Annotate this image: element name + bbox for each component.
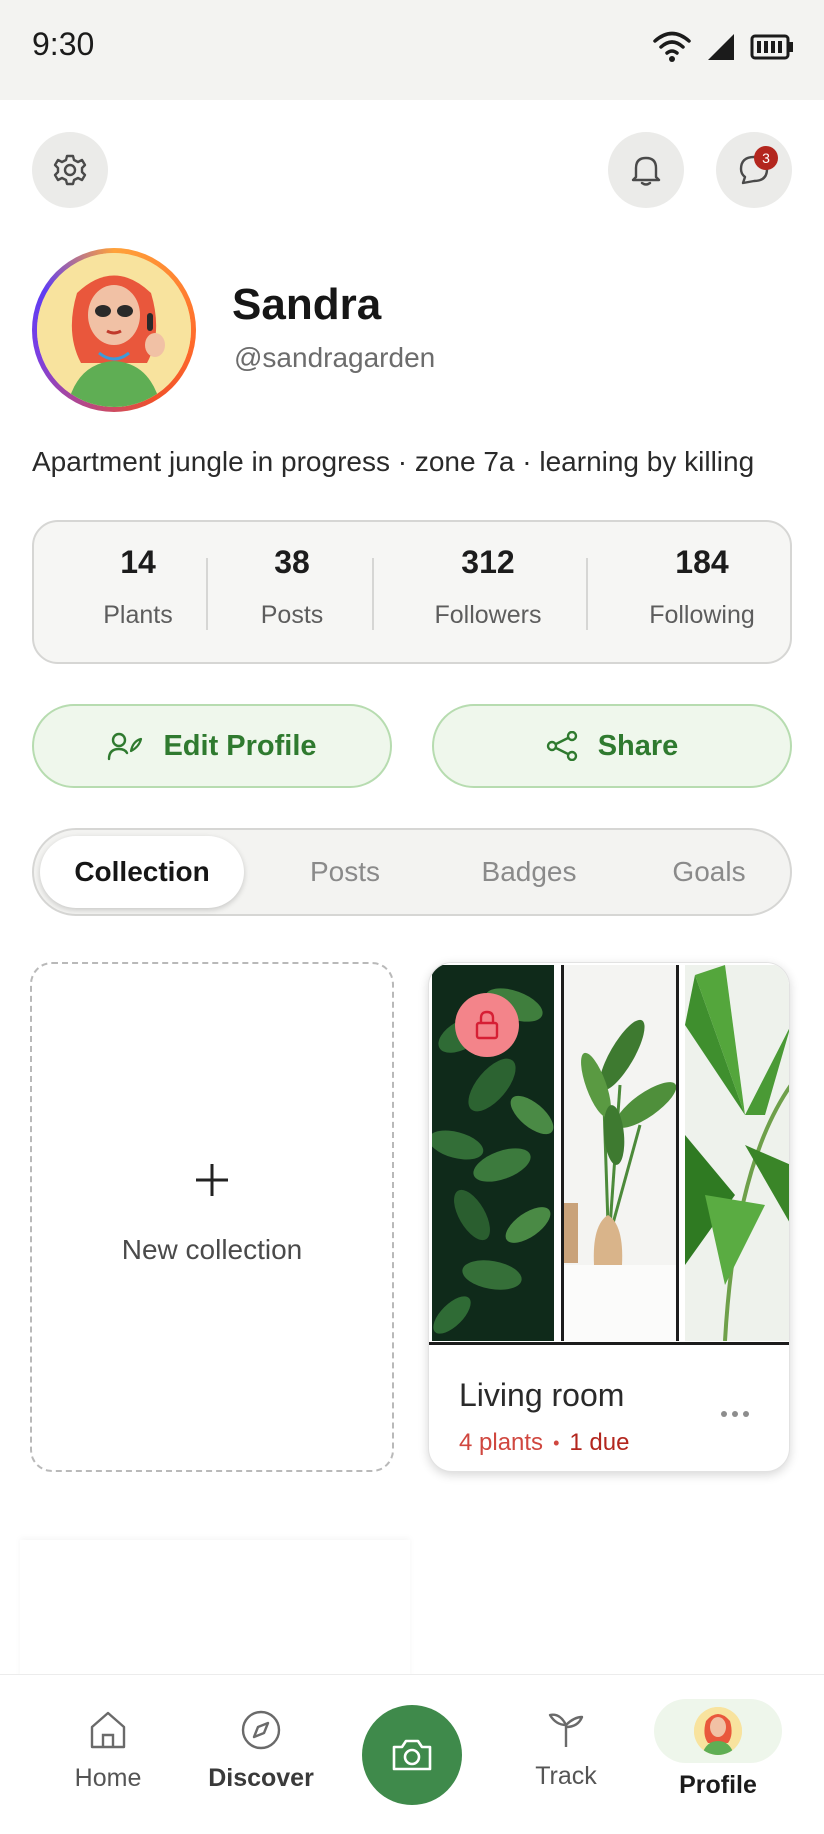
notifications-button[interactable]	[608, 132, 684, 208]
stat-value: 312	[461, 544, 515, 580]
stat-value: 38	[274, 544, 310, 580]
stat-plants[interactable]: 14 Plants	[88, 544, 188, 630]
new-collection-button[interactable]: New collection	[30, 962, 394, 1472]
more-options-icon[interactable]	[721, 1411, 749, 1417]
nav-discover-label: Discover	[208, 1764, 314, 1792]
overlay-sheet	[20, 1540, 410, 1680]
plant-image	[561, 965, 679, 1341]
nav-discover[interactable]: Discover	[206, 1675, 316, 1793]
battery-icon	[750, 34, 793, 60]
stat-value: 14	[120, 544, 156, 580]
compass-icon	[241, 1710, 281, 1750]
share-icon	[546, 731, 577, 761]
settings-button[interactable]	[32, 132, 108, 208]
gear-icon	[53, 154, 87, 186]
plant-image	[685, 965, 789, 1341]
avatar-image	[37, 253, 191, 407]
stats-card: 14 Plants 38 Posts 312 Followers 184 Fol…	[32, 520, 792, 664]
home-icon	[90, 1711, 126, 1749]
status-time: 9:30	[32, 26, 95, 62]
nav-profile-label: Profile	[679, 1771, 757, 1799]
new-collection-label: New collection	[121, 1234, 303, 1265]
stat-following[interactable]: 184 Following	[612, 544, 792, 630]
meta-separator: •	[553, 1432, 560, 1453]
signal-icon	[708, 34, 734, 60]
stat-followers[interactable]: 312 Followers	[398, 544, 578, 630]
bottom-nav: Home Discover Track Profile	[0, 1674, 824, 1834]
lock-icon	[475, 1010, 499, 1040]
stat-value: 184	[675, 544, 729, 580]
stat-label: Followers	[434, 601, 542, 629]
collection-title: Living room	[459, 1377, 625, 1413]
edit-profile-button[interactable]: Edit Profile	[32, 704, 392, 788]
collection-card[interactable]: Living room 4 plants • 1 due	[428, 962, 790, 1472]
messages-button[interactable]: 3	[716, 132, 792, 208]
stat-label: Plants	[103, 601, 173, 629]
lock-button[interactable]	[455, 993, 519, 1057]
edit-profile-icon	[108, 732, 143, 761]
stat-posts[interactable]: 38 Posts	[232, 544, 352, 630]
sprout-icon	[548, 1713, 584, 1747]
nav-profile-pill	[654, 1699, 782, 1763]
nav-track[interactable]: Track	[520, 1675, 612, 1791]
collection-due-count: 1 due	[569, 1429, 630, 1456]
edit-profile-label: Edit Profile	[163, 729, 317, 762]
nav-home-label: Home	[74, 1764, 142, 1792]
bell-icon	[631, 156, 661, 186]
collection-meta: 4 plants • 1 due	[459, 1429, 629, 1457]
avatar[interactable]	[32, 248, 196, 412]
camera-icon	[392, 1739, 432, 1771]
stat-label: Following	[649, 601, 755, 629]
stat-divider	[206, 558, 208, 630]
nav-profile[interactable]: Profile	[654, 1675, 782, 1800]
nav-track-label: Track	[535, 1762, 597, 1790]
tab-badges[interactable]: Badges	[454, 836, 604, 908]
stat-label: Posts	[260, 601, 324, 629]
stat-divider	[372, 558, 374, 630]
collection-image-grid	[429, 963, 789, 1345]
status-icons	[652, 30, 794, 64]
camera-button[interactable]	[362, 1705, 462, 1805]
share-button[interactable]: Share	[432, 704, 792, 788]
profile-header: Sandra @sandragarden	[32, 248, 792, 412]
profile-tabs: Collection Posts Badges Goals	[32, 828, 792, 916]
top-actions: 3	[0, 100, 824, 240]
stat-divider	[586, 558, 588, 630]
tab-collection[interactable]: Collection	[40, 836, 244, 908]
plus-icon	[196, 1164, 228, 1196]
profile-handle: @sandragarden	[234, 342, 436, 373]
profile-name: Sandra	[232, 280, 382, 329]
avatar	[694, 1707, 742, 1755]
wifi-icon	[653, 31, 691, 62]
nav-home[interactable]: Home	[56, 1675, 160, 1793]
collection-plant-count: 4 plants	[459, 1429, 544, 1456]
messages-badge: 3	[754, 146, 778, 170]
tab-goals[interactable]: Goals	[634, 836, 784, 908]
tab-posts[interactable]: Posts	[270, 836, 420, 908]
share-label: Share	[597, 729, 679, 762]
status-bar: 9:30	[0, 0, 824, 100]
profile-bio: Apartment jungle in progress · zone 7a ·…	[32, 446, 755, 477]
